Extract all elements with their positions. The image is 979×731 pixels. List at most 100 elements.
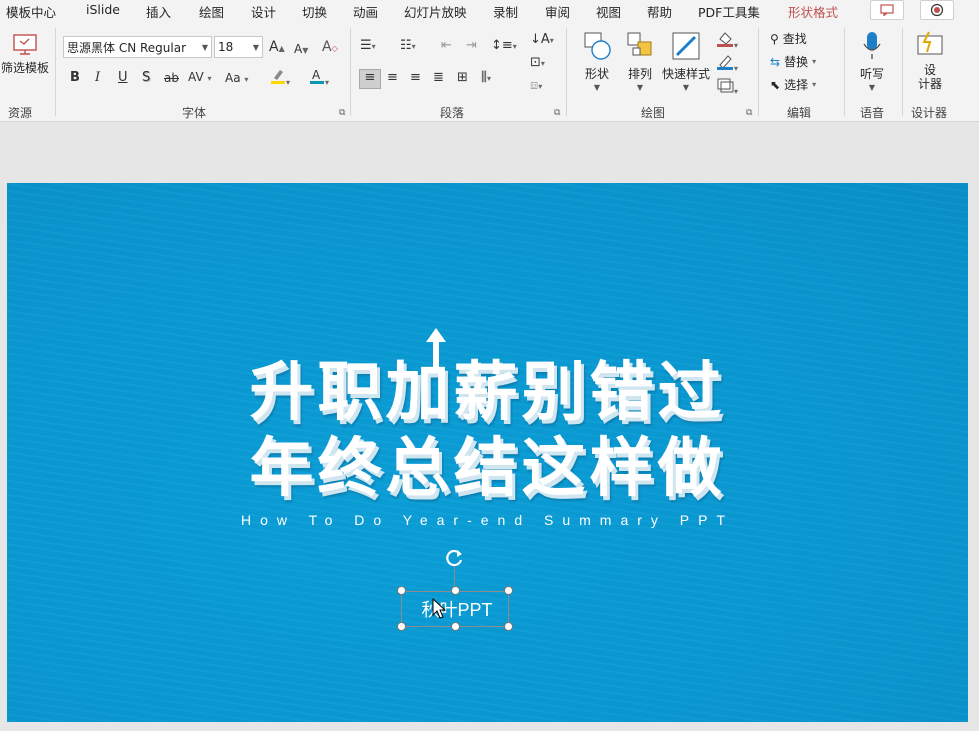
smartart-button[interactable]: ⧈▾ <box>530 78 542 95</box>
increase-indent-button[interactable]: ⇥ <box>466 38 477 54</box>
dialog-launcher-icon[interactable]: ⧉ <box>746 108 752 118</box>
pen-icon <box>717 55 733 70</box>
tab-record[interactable]: 录制 <box>493 2 518 21</box>
group-label-drawing: 绘图 <box>641 106 666 120</box>
tab-help[interactable]: 帮助 <box>647 2 672 21</box>
align-right-icon: ≡ <box>410 70 421 85</box>
tab-transitions[interactable]: 切换 <box>302 2 327 21</box>
tab-draw[interactable]: 绘图 <box>199 2 224 21</box>
char-spacing-button[interactable]: AV ▾ <box>188 69 212 87</box>
shapes-icon <box>584 32 611 60</box>
group-separator <box>844 28 845 116</box>
font-name-dropdown[interactable]: 思源黑体 CN Regular ▼ <box>63 36 212 58</box>
italic-button[interactable]: I <box>95 70 100 86</box>
font-color-button[interactable]: A ▾ <box>309 67 329 91</box>
align-left-icon: ≡ <box>364 70 376 85</box>
tab-islide[interactable]: iSlide <box>86 2 120 17</box>
group-label-font: 字体 <box>182 106 207 120</box>
group-label-editing: 编辑 <box>787 106 812 120</box>
underline-button[interactable]: U <box>118 70 128 86</box>
replace-icon: ⇆ <box>770 54 781 69</box>
menu-tab-bar: 模板中心 iSlide 插入 绘图 设计 切换 动画 幻灯片放映 录制 审阅 视… <box>0 0 979 22</box>
text-direction-button[interactable]: ↓A▾ <box>530 32 554 49</box>
align-center-button[interactable]: ≡ <box>387 70 398 86</box>
record-button[interactable] <box>920 0 954 20</box>
resize-handle-nw[interactable] <box>397 586 406 595</box>
numbered-list-icon: ☷ <box>400 38 412 53</box>
tab-pdf-tools[interactable]: PDF工具集 <box>698 2 760 21</box>
replace-button[interactable]: ⇆ 替换 ▾ <box>770 53 816 70</box>
grow-font-button[interactable]: A▲ <box>269 39 285 57</box>
group-label-paragraph: 段落 <box>440 106 465 120</box>
resize-handle-ne[interactable] <box>504 586 513 595</box>
dictate-button[interactable]: 听写 ▼ <box>852 30 892 92</box>
tab-slideshow[interactable]: 幻灯片放映 <box>404 2 467 21</box>
tab-design[interactable]: 设计 <box>251 2 276 21</box>
arrange-icon <box>627 32 652 56</box>
selected-text[interactable]: 秋叶PPT <box>405 596 509 622</box>
change-case-button[interactable]: Aa ▾ <box>225 70 248 88</box>
font-size-dropdown[interactable]: 18 ▼ <box>214 36 263 58</box>
find-button[interactable]: ⚲ 查找 <box>770 30 807 47</box>
tab-insert[interactable]: 插入 <box>146 2 171 21</box>
select-button[interactable]: ⬉ 选择 ▾ <box>770 76 816 93</box>
tab-shape-format[interactable]: 形状格式 <box>788 2 838 21</box>
slide-canvas[interactable]: 升职加薪别错过 年终总结这样做 How To Do Year-end Summa… <box>7 183 968 722</box>
indent-icon: ⇥ <box>466 38 477 53</box>
distributed-icon: ⊞ <box>457 70 468 85</box>
tab-animations[interactable]: 动画 <box>353 2 378 21</box>
slide-subtitle[interactable]: How To Do Year-end Summary PPT <box>7 512 968 528</box>
align-right-button[interactable]: ≡ <box>410 70 421 86</box>
shape-effects-button[interactable]: ▾ <box>716 76 738 100</box>
shape-outline-button[interactable]: ▾ <box>716 53 738 77</box>
mouse-cursor-icon <box>432 598 446 619</box>
distributed-button[interactable]: ⊞ <box>457 70 468 86</box>
dialog-launcher-icon[interactable]: ⧉ <box>554 108 560 118</box>
chevron-down-icon: ▼ <box>201 42 208 52</box>
resize-handle-n[interactable] <box>451 586 460 595</box>
clear-format-button[interactable]: A◇ <box>322 39 338 57</box>
rotate-handle-icon[interactable] <box>444 547 466 569</box>
shapes-button[interactable]: 形状 ▼ <box>577 30 617 92</box>
justify-icon: ≣ <box>433 70 444 85</box>
group-separator <box>55 28 56 116</box>
justify-button[interactable]: ≣ <box>433 70 444 86</box>
line-spacing-button[interactable]: ↕≡▾ <box>491 38 517 55</box>
svg-text:A: A <box>312 68 321 82</box>
designer-icon <box>917 31 943 55</box>
tab-review[interactable]: 审阅 <box>545 2 570 21</box>
outdent-icon: ⇤ <box>441 38 452 53</box>
bold-button[interactable]: B <box>70 70 80 86</box>
tab-view[interactable]: 视图 <box>596 2 621 21</box>
resize-handle-se[interactable] <box>504 622 513 631</box>
numbering-button[interactable]: ☷▾ <box>400 38 416 55</box>
quick-styles-button[interactable]: 快速样式 ▼ <box>660 30 712 92</box>
line-spacing-icon: ↕≡ <box>491 38 513 53</box>
group-label-resources: 资源 <box>8 106 33 120</box>
arrange-button[interactable]: 排列 ▼ <box>620 30 660 92</box>
align-center-icon: ≡ <box>387 70 398 85</box>
quick-styles-icon <box>672 32 700 60</box>
bullets-button[interactable]: ☰▾ <box>360 38 376 55</box>
comments-button[interactable] <box>870 0 904 20</box>
align-text-button[interactable]: ⊡▾ <box>530 55 545 72</box>
paint-bucket-icon <box>717 32 733 47</box>
resize-handle-sw[interactable] <box>397 622 406 631</box>
designer-button[interactable]: 设 计器 <box>906 30 954 91</box>
strikethrough-button[interactable]: ab <box>164 70 179 86</box>
text-shadow-button[interactable]: S <box>142 70 150 86</box>
shrink-font-button[interactable]: A▼ <box>294 41 308 59</box>
dialog-launcher-icon[interactable]: ⧉ <box>339 108 345 118</box>
shape-effects-icon <box>717 78 734 93</box>
highlight-button[interactable]: ▾ <box>270 67 290 91</box>
group-label-voice: 语音 <box>860 106 885 120</box>
columns-button[interactable]: ⫼▾ <box>481 70 491 87</box>
filter-template-button[interactable]: 筛选模板 <box>0 32 50 76</box>
align-left-button[interactable]: ≡ <box>359 69 381 89</box>
shape-fill-button[interactable]: ▾ <box>716 30 738 54</box>
tab-template-center[interactable]: 模板中心 <box>6 2 56 21</box>
filter-template-icon <box>13 34 37 55</box>
resize-handle-s[interactable] <box>451 622 460 631</box>
decrease-indent-button[interactable]: ⇤ <box>441 38 452 54</box>
slide-title-line-2[interactable]: 年终总结这样做 <box>7 417 968 509</box>
